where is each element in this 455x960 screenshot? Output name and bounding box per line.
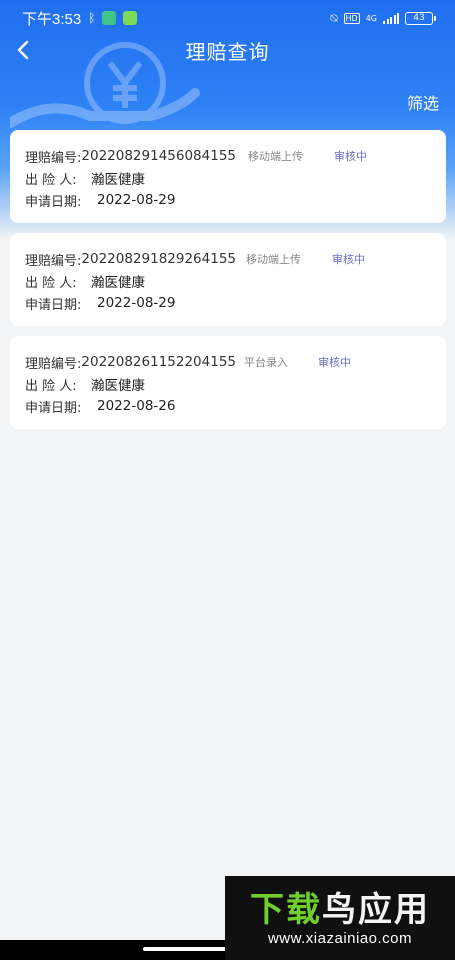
date-value: 2022-08-29 <box>97 295 176 311</box>
claim-no-label: 理赔编号: <box>25 253 82 269</box>
date-label: 申请日期: <box>25 400 82 416</box>
status-badge: 审核中 <box>334 150 367 163</box>
insured-label: 出 险 人: <box>25 378 77 394</box>
claim-list: 理赔编号: 202208291456084155 移动端上传 审核中 出 险 人… <box>10 130 446 439</box>
shield-app-icon <box>102 11 117 25</box>
page-title: 理赔查询 <box>185 39 270 64</box>
insured-value: 瀚医健康 <box>91 378 145 394</box>
battery-icon: 43 <box>405 11 436 25</box>
date-value: 2022-08-29 <box>97 192 176 208</box>
status-time: 下午3:53 <box>22 10 82 28</box>
chat-app-icon <box>123 11 138 25</box>
back-button[interactable] <box>8 34 38 66</box>
chevron-left-icon <box>17 40 29 60</box>
date-value: 2022-08-26 <box>97 398 176 414</box>
watermark-title-white: 鸟应用 <box>322 889 430 930</box>
battery-level: 43 <box>413 13 425 23</box>
status-badge: 审核中 <box>318 356 351 369</box>
date-label: 申请日期: <box>25 297 82 313</box>
insured-label: 出 险 人: <box>25 172 77 188</box>
source-tag: 移动端上传 <box>246 253 301 266</box>
source-tag: 移动端上传 <box>248 150 303 163</box>
nav-bar: 理赔查询 <box>0 30 455 70</box>
insured-label: 出 险 人: <box>25 275 77 291</box>
claim-number: 202208291829264155 <box>81 251 236 267</box>
network-type: 4G <box>365 13 377 23</box>
claim-no-label: 理赔编号: <box>25 356 82 372</box>
insured-value: 瀚医健康 <box>91 275 145 291</box>
date-label: 申请日期: <box>25 194 82 210</box>
bluetooth-icon: ᛒ <box>88 11 96 25</box>
claim-number: 202208261152204155 <box>81 354 236 370</box>
source-tag: 平台录入 <box>244 356 288 369</box>
claim-card[interactable]: 理赔编号: 202208291829264155 移动端上传 审核中 出 险 人… <box>10 233 446 326</box>
signal-icon <box>383 12 399 24</box>
insured-value: 瀚医健康 <box>91 172 145 188</box>
mute-icon: ⍉ <box>330 10 338 25</box>
hd-icon: HD <box>343 12 360 24</box>
status-badge: 审核中 <box>332 253 365 266</box>
watermark-logo: 下载鸟应用 www.xiazainiao.com <box>225 876 455 960</box>
claim-card[interactable]: 理赔编号: 202208261152204155 平台录入 审核中 出 险 人:… <box>10 336 446 429</box>
claim-card[interactable]: 理赔编号: 202208291456084155 移动端上传 审核中 出 险 人… <box>10 130 446 223</box>
watermark-title-green: 下载 <box>250 889 322 930</box>
watermark-url: www.xiazainiao.com <box>267 929 413 947</box>
filter-button[interactable]: 筛选 <box>407 90 439 114</box>
claim-number: 202208291456084155 <box>81 148 236 164</box>
claim-no-label: 理赔编号: <box>25 150 82 166</box>
